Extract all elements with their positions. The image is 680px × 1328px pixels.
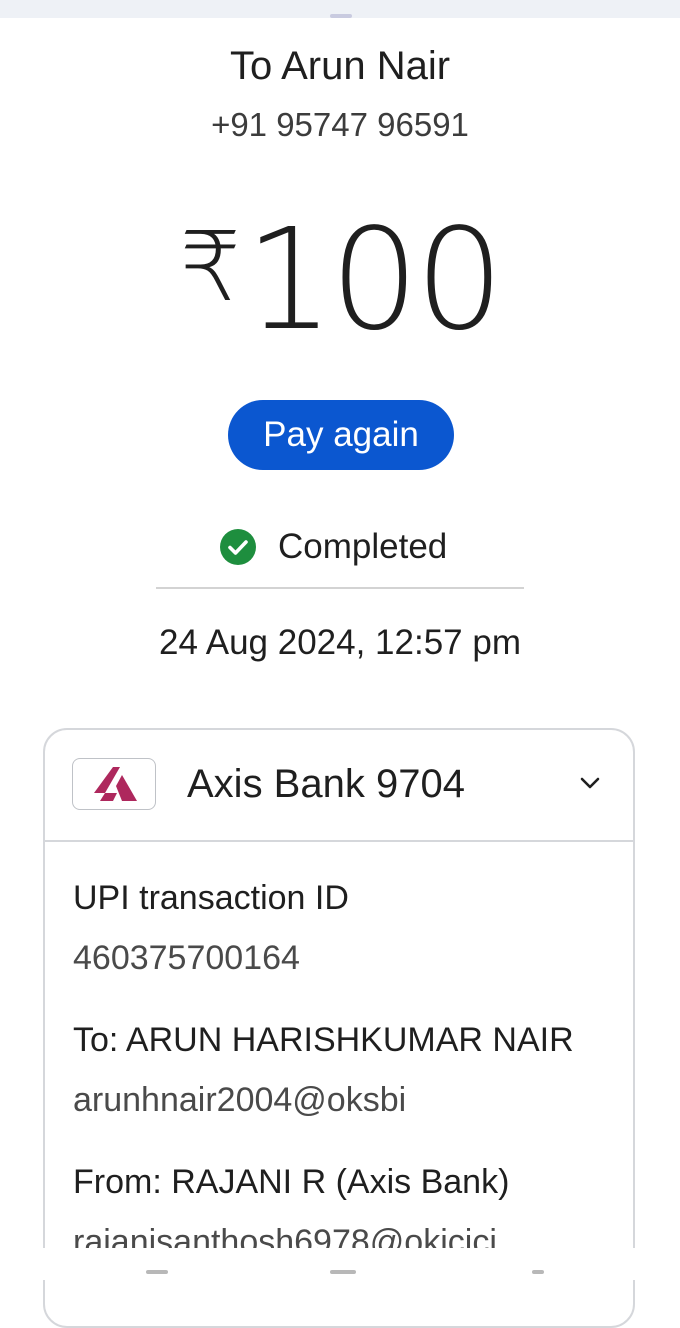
account-details-card: Axis Bank 9704 UPI transaction ID 460375… [43, 728, 635, 1328]
nav-bar-hint [146, 1270, 168, 1274]
payee-upi-id: arunhnair2004@oksbi [73, 1081, 407, 1119]
payer-name: From: RAJANI R (Axis Bank) [73, 1163, 510, 1201]
payee-name: To: ARUN HARISHKUMAR NAIR [73, 1021, 574, 1059]
bank-account-header[interactable]: Axis Bank 9704 [45, 730, 633, 842]
nav-bar-hint [532, 1270, 544, 1274]
recipient-phone: +91 95747 96591 [211, 106, 469, 143]
axis-bank-logo-icon [94, 767, 137, 801]
check-circle-icon [220, 529, 256, 565]
upi-transaction-id-value: 460375700164 [73, 939, 300, 977]
amount-value: 100 [244, 199, 504, 362]
top-status-strip [0, 0, 680, 18]
drag-handle [330, 14, 352, 18]
status-label: Completed [278, 527, 448, 566]
payment-status: Completed [220, 524, 447, 570]
recipient-name: To Arun Nair [229, 44, 451, 88]
pay-again-button[interactable]: Pay again [228, 400, 454, 470]
axis-bank-logo [72, 758, 156, 810]
chevron-down-icon[interactable] [579, 772, 601, 794]
bottom-fade [0, 1248, 680, 1280]
divider [156, 587, 524, 589]
currency-symbol: ₹ [179, 211, 241, 323]
transaction-datetime: 24 Aug 2024, 12:57 pm [159, 623, 521, 662]
nav-bar-hint [330, 1270, 356, 1274]
payment-amount: ₹100 [0, 192, 680, 356]
bank-account-name: Axis Bank 9704 [187, 762, 465, 806]
upi-transaction-id-label: UPI transaction ID [73, 879, 349, 917]
